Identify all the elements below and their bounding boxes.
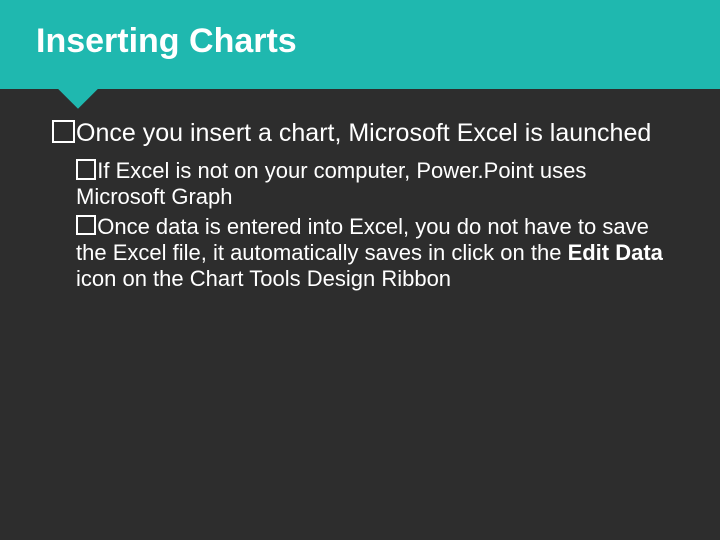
sub-bullet-text: If Excel is not on your computer, Power.…	[76, 158, 586, 209]
sub-bullet-list: If Excel is not on your computer, Power.…	[52, 158, 680, 292]
sub-bullet-text-suffix: icon on the Chart Tools Design Ribbon	[76, 266, 451, 291]
sub-bullet-text-bold: Edit Data	[568, 240, 663, 265]
square-bullet-icon	[76, 159, 96, 179]
square-bullet-icon	[52, 120, 75, 143]
main-bullet-text: Once you insert a chart, Microsoft Excel…	[76, 119, 651, 147]
sub-bullet-text-prefix: Once data is entered into Excel, you do …	[76, 214, 649, 265]
title-band: Inserting Charts	[0, 0, 720, 89]
content-area: Once you insert a chart, Microsoft Excel…	[0, 89, 720, 292]
slide-title: Inserting Charts	[36, 22, 720, 61]
main-bullet: Once you insert a chart, Microsoft Excel…	[52, 119, 680, 148]
sub-bullet: Once data is entered into Excel, you do …	[76, 214, 680, 292]
square-bullet-icon	[76, 215, 96, 235]
sub-bullet: If Excel is not on your computer, Power.…	[76, 158, 680, 210]
